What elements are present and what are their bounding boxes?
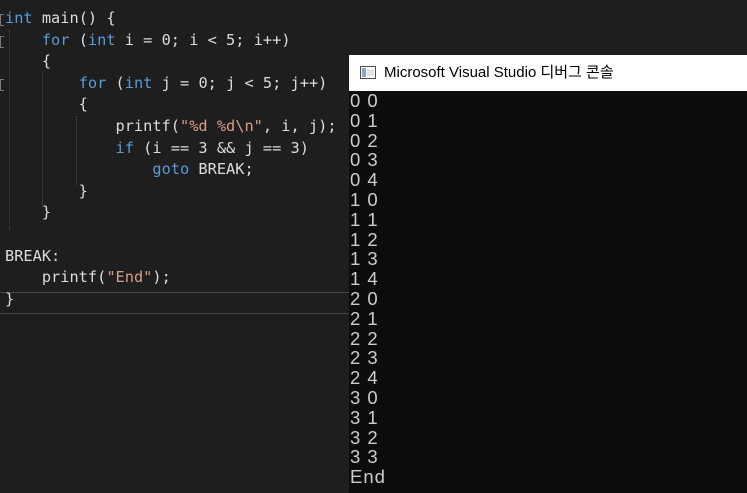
console-output-line: 2 0 — [350, 287, 379, 309]
code-text: printf( — [5, 117, 180, 135]
code-line[interactable]: if (i == 3 && j == 3) — [5, 137, 309, 159]
code-text: main() { — [32, 9, 116, 27]
code-line[interactable]: for (int j = 0; j < 5; j++) — [5, 72, 328, 94]
code-line[interactable]: int main() { — [5, 7, 116, 29]
code-text: BREAK: — [5, 246, 61, 265]
code-text: j = 0; j < 5; j++) — [152, 73, 328, 92]
console-output: 0 00 10 20 30 41 01 11 21 31 42 02 12 22… — [350, 91, 746, 487]
code-text: { — [5, 52, 52, 71]
code-line[interactable]: { — [5, 50, 51, 72]
code-text: { — [5, 95, 88, 114]
console-output-line: 2 1 — [350, 307, 379, 329]
code-line[interactable]: goto BREAK; — [5, 158, 254, 180]
code-text: printf( — [5, 268, 107, 287]
code-text: (i == 3 && j == 3) — [133, 138, 309, 157]
console-output-line: 2 2 — [350, 327, 379, 349]
code-line[interactable]: } — [5, 180, 88, 202]
code-line[interactable]: for (int i = 0; i < 5; i++) — [5, 29, 291, 51]
console-output-line: 1 0 — [350, 188, 379, 210]
console-output-line: 1 3 — [350, 248, 379, 270]
console-title: Microsoft Visual Studio 디버그 콘솔 — [384, 64, 614, 81]
code-keyword: for — [41, 30, 70, 49]
code-text: } — [5, 203, 52, 222]
code-text: ( — [106, 73, 125, 92]
console-output-line: 3 1 — [350, 406, 379, 428]
console-output-line: End — [350, 466, 386, 488]
code-line[interactable]: BREAK: — [5, 245, 60, 267]
code-keyword: goto — [152, 160, 190, 179]
code-string: "End" — [106, 268, 153, 287]
console-output-line: 1 4 — [350, 268, 379, 290]
code-line[interactable]: } — [5, 288, 14, 310]
code-text: BREAK; — [189, 160, 254, 179]
code-text: } — [5, 289, 15, 308]
code-line[interactable]: printf("End"); — [5, 266, 171, 288]
console-output-line: 0 0 — [350, 90, 379, 111]
console-output-line: 0 4 — [350, 169, 379, 191]
code-text: , i, j); — [262, 117, 337, 135]
console-output-line: 0 1 — [350, 109, 379, 131]
fold-marker-icon[interactable] — [0, 79, 4, 91]
console-output-line: 0 2 — [350, 129, 379, 151]
code-text: } — [5, 181, 88, 200]
console-output-line: 3 0 — [350, 386, 379, 408]
console-app-icon[interactable] — [360, 66, 376, 79]
console-output-line: 3 3 — [350, 446, 379, 468]
code-keyword: int — [5, 9, 33, 27]
fold-marker-icon[interactable] — [0, 14, 4, 26]
code-keyword: int — [124, 73, 153, 92]
code-string: "%d %d\n" — [179, 117, 263, 135]
code-text: ); — [152, 268, 171, 287]
console-output-line: 2 3 — [350, 347, 379, 369]
current-line-highlight — [0, 292, 352, 314]
code-line[interactable]: { — [5, 93, 88, 115]
console-output-line: 1 2 — [350, 228, 379, 250]
console-output-line: 1 1 — [350, 208, 379, 230]
console-output-line: 3 2 — [350, 426, 379, 448]
console-title-bar[interactable]: Microsoft Visual Studio 디버그 콘솔 — [349, 55, 747, 91]
console-output-line: 0 3 — [350, 149, 379, 171]
code-keyword: for — [78, 73, 107, 92]
console-output-line: 2 4 — [350, 367, 379, 389]
code-line[interactable]: } — [5, 201, 51, 223]
debug-console-window[interactable]: Microsoft Visual Studio 디버그 콘솔 0 00 10 2… — [349, 55, 747, 493]
code-text: ( — [69, 30, 88, 49]
code-text: i = 0; i < 5; i++) — [115, 30, 291, 49]
fold-marker-icon[interactable] — [0, 36, 4, 48]
code-keyword: if — [115, 138, 134, 157]
code-keyword: int — [87, 30, 116, 49]
code-line[interactable]: printf("%d %d\n", i, j); — [5, 115, 337, 137]
